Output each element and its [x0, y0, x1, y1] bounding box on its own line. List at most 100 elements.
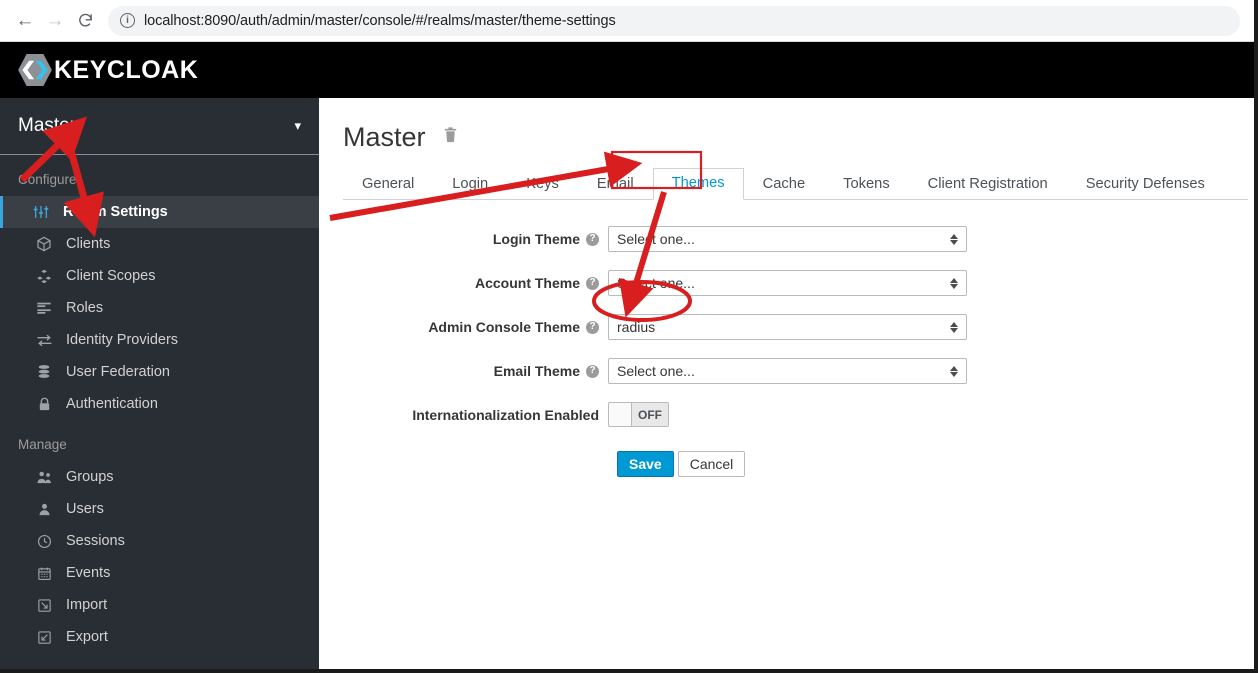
- page-header: Master: [343, 120, 1254, 154]
- tab-security-defenses[interactable]: Security Defenses: [1067, 169, 1224, 200]
- save-button[interactable]: Save: [617, 451, 674, 477]
- email-theme-value: Select one...: [617, 363, 695, 379]
- user-icon: [33, 502, 55, 517]
- tab-email[interactable]: Email: [578, 169, 653, 200]
- main-content: Master General Login Keys Email Themes C…: [319, 98, 1254, 669]
- clock-icon: [33, 534, 55, 549]
- admin-console-theme-select[interactable]: radius: [608, 314, 967, 340]
- back-arrow-icon[interactable]: ←: [10, 6, 40, 36]
- sidebar-item-label: Clients: [66, 236, 111, 252]
- form-row-login-theme: Login Theme ? Select one...: [343, 226, 1254, 252]
- sidebar-item-label: Roles: [66, 300, 104, 316]
- login-theme-label-wrap: Login Theme ?: [343, 231, 608, 247]
- sidebar-item-user-federation[interactable]: User Federation: [0, 356, 319, 388]
- sidebar-item-label: Client Scopes: [66, 268, 156, 284]
- email-theme-select[interactable]: Select one...: [608, 358, 967, 384]
- help-circle-icon[interactable]: ?: [586, 276, 599, 290]
- sidebar-item-label: Identity Providers: [66, 332, 179, 348]
- tab-login[interactable]: Login: [433, 169, 507, 200]
- form-row-internationalization: Internationalization Enabled OFF: [343, 402, 1254, 427]
- sidebar-item-label: Sessions: [66, 533, 125, 549]
- import-icon: [33, 598, 55, 613]
- brand-logo[interactable]: KEYCLOAK: [18, 54, 198, 86]
- account-theme-label: Account Theme: [474, 275, 580, 291]
- help-circle-icon[interactable]: ?: [586, 364, 599, 378]
- chevron-down-icon: ▾: [294, 118, 301, 133]
- sidebar-item-authentication[interactable]: Authentication: [0, 388, 319, 420]
- sidebar-item-users[interactable]: Users: [0, 493, 319, 525]
- sidebar-item-identity-providers[interactable]: Identity Providers: [0, 324, 319, 356]
- help-circle-icon[interactable]: ?: [586, 232, 599, 246]
- form-row-admin-console-theme: Admin Console Theme ? radius: [343, 314, 1254, 340]
- export-icon: [33, 630, 55, 645]
- browser-toolbar: ← → i localhost:8090/auth/admin/master/c…: [0, 0, 1254, 42]
- tab-tokens[interactable]: Tokens: [824, 169, 909, 200]
- tab-bar: General Login Keys Email Themes Cache To…: [343, 166, 1248, 200]
- sidebar-item-clients[interactable]: Clients: [0, 228, 319, 260]
- sliders-icon: [30, 204, 52, 220]
- sidebar-item-label: Import: [66, 597, 108, 613]
- sidebar-item-events[interactable]: Events: [0, 557, 319, 589]
- realm-selector[interactable]: Master ▾: [0, 98, 319, 155]
- sidebar-item-export[interactable]: Export: [0, 621, 319, 653]
- email-theme-label-wrap: Email Theme ?: [343, 363, 608, 379]
- tab-general[interactable]: General: [343, 169, 433, 200]
- brand-name: KEYCLOAK: [54, 55, 199, 84]
- realm-selector-label: Master: [18, 115, 77, 136]
- database-icon: [33, 364, 55, 380]
- toggle-state-label: OFF: [632, 403, 668, 426]
- login-theme-label: Login Theme: [492, 231, 580, 247]
- tab-keys[interactable]: Keys: [507, 169, 578, 200]
- trash-icon[interactable]: [442, 125, 459, 149]
- chevron-updown-icon: [950, 233, 958, 245]
- calendar-icon: [33, 566, 55, 581]
- keycloak-logo-icon: [18, 54, 52, 86]
- internationalization-label: Internationalization Enabled: [412, 406, 599, 423]
- sidebar-item-label: Realm Settings: [63, 204, 168, 220]
- sidebar: Master ▾ Configure Realm Settings Client…: [0, 98, 319, 669]
- reload-icon[interactable]: [70, 6, 100, 36]
- sidebar-item-label: User Federation: [66, 364, 170, 380]
- app-masthead: KEYCLOAK: [0, 42, 1254, 98]
- address-bar[interactable]: i localhost:8090/auth/admin/master/conso…: [108, 5, 1240, 36]
- form-row-account-theme: Account Theme ? Select one...: [343, 270, 1254, 296]
- exchange-arrows-icon: [33, 332, 55, 349]
- cube-icon: [33, 236, 55, 252]
- url-text: localhost:8090/auth/admin/master/console…: [144, 12, 616, 29]
- tab-cache[interactable]: Cache: [744, 169, 824, 200]
- form-row-email-theme: Email Theme ? Select one...: [343, 358, 1254, 384]
- account-theme-label-wrap: Account Theme ?: [343, 275, 608, 291]
- account-theme-select[interactable]: Select one...: [608, 270, 967, 296]
- internationalization-label-wrap: Internationalization Enabled: [343, 407, 608, 423]
- sidebar-item-label: Users: [66, 501, 104, 517]
- sidebar-item-roles[interactable]: Roles: [0, 292, 319, 324]
- admin-console-theme-label-wrap: Admin Console Theme ?: [343, 319, 608, 335]
- tab-client-registration[interactable]: Client Registration: [909, 169, 1067, 200]
- email-theme-label: Email Theme: [493, 363, 580, 379]
- themes-form: Login Theme ? Select one... Account Them…: [343, 226, 1254, 477]
- sidebar-item-realm-settings[interactable]: Realm Settings: [0, 196, 319, 228]
- sidebar-item-client-scopes[interactable]: Client Scopes: [0, 260, 319, 292]
- nav-group-title-configure: Configure: [18, 172, 77, 187]
- help-circle-icon[interactable]: ?: [586, 320, 599, 334]
- sidebar-item-label: Authentication: [66, 396, 158, 412]
- screenshot-root: ← → i localhost:8090/auth/admin/master/c…: [0, 0, 1258, 673]
- forward-arrow-icon[interactable]: →: [40, 6, 70, 36]
- sidebar-item-sessions[interactable]: Sessions: [0, 525, 319, 557]
- account-theme-value: Select one...: [617, 275, 695, 291]
- sidebar-item-groups[interactable]: Groups: [0, 461, 319, 493]
- tab-themes[interactable]: Themes: [652, 168, 744, 200]
- admin-console-theme-value: radius: [617, 319, 656, 335]
- chevron-updown-icon: [950, 321, 958, 333]
- internationalization-toggle[interactable]: OFF: [608, 402, 669, 427]
- sidebar-item-import[interactable]: Import: [0, 589, 319, 621]
- login-theme-select[interactable]: Select one...: [608, 226, 967, 252]
- toggle-knob: [609, 403, 632, 426]
- form-actions: Save Cancel: [617, 451, 1254, 477]
- lock-icon: [33, 397, 55, 412]
- info-circle-icon[interactable]: i: [120, 13, 135, 28]
- list-icon: [33, 300, 55, 316]
- sidebar-item-label: Groups: [66, 469, 114, 485]
- sidebar-item-label: Export: [66, 629, 108, 645]
- cancel-button[interactable]: Cancel: [677, 451, 746, 477]
